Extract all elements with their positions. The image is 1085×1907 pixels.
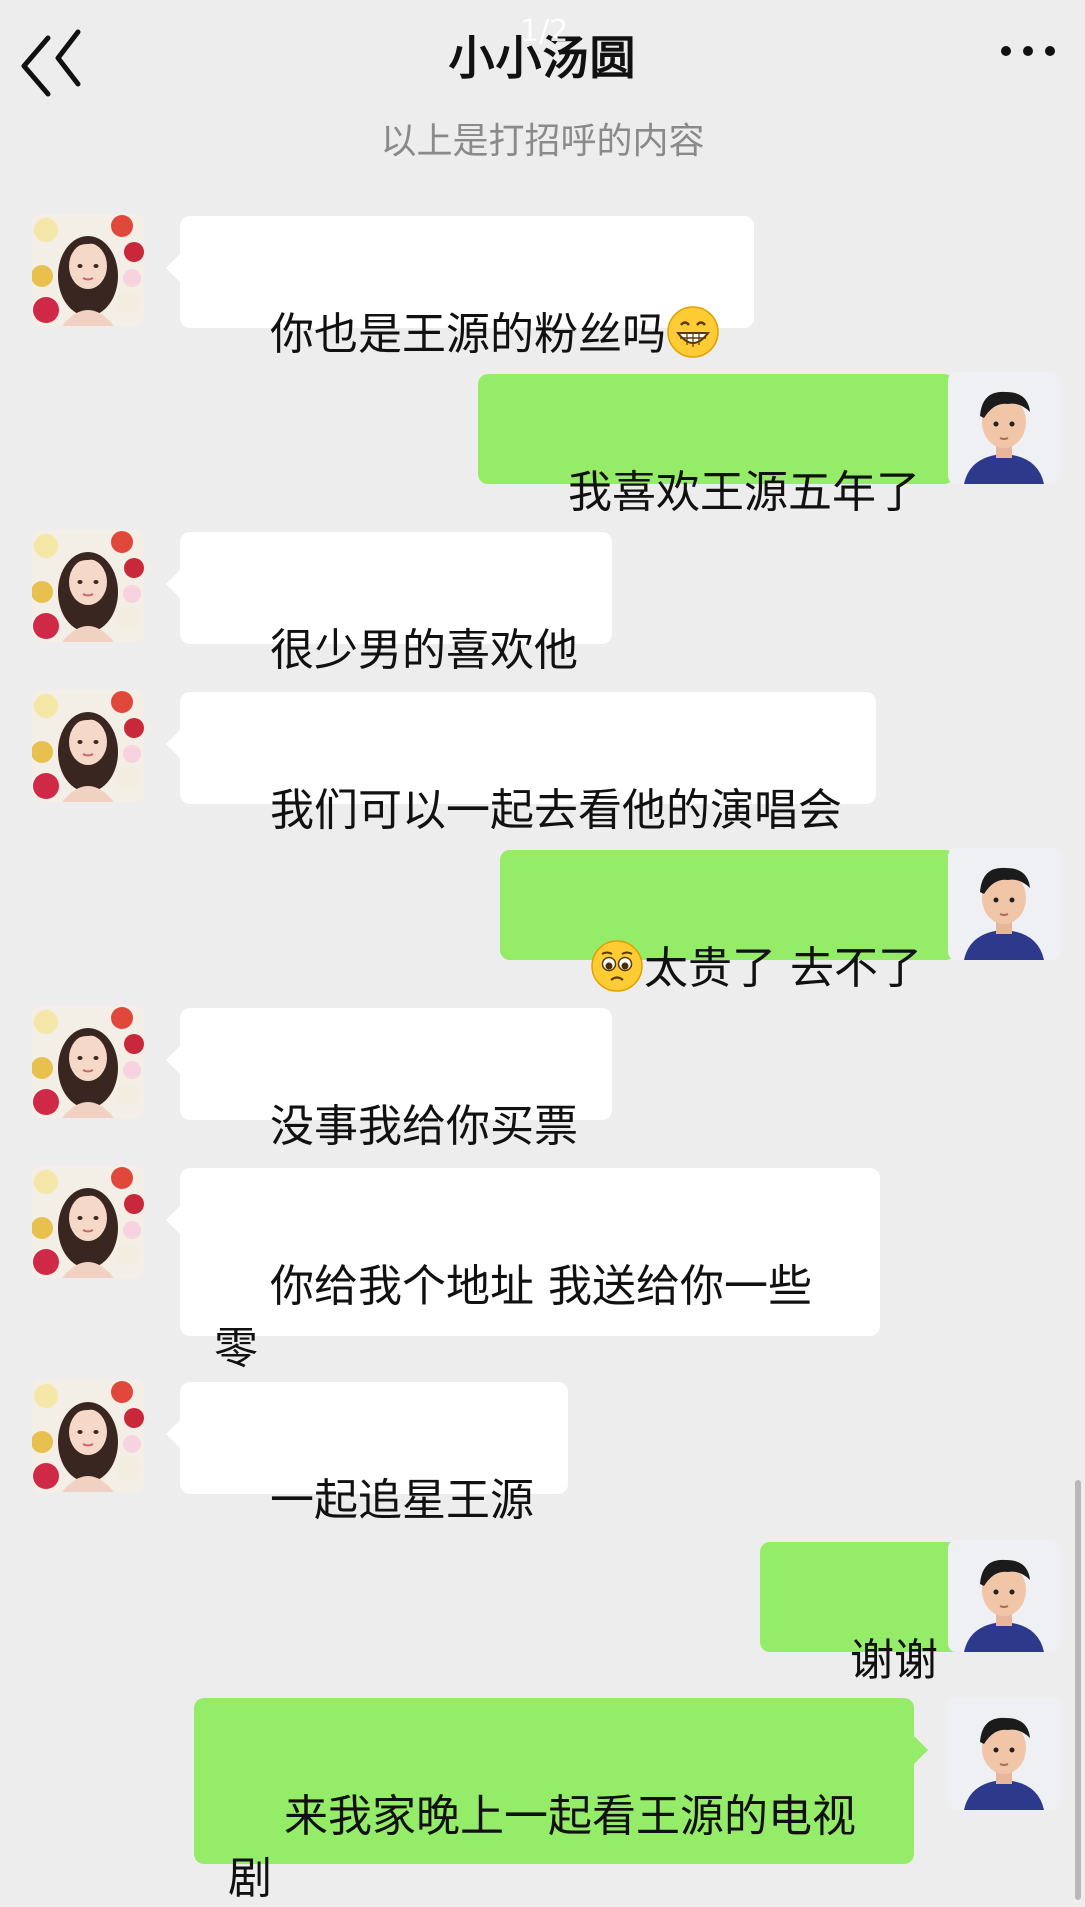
system-note: 以上是打招呼的内容 [380, 121, 705, 162]
message-text: 我们可以一起去看他的演唱会 [269, 785, 842, 836]
message-text: 你也是王源的粉丝吗 [269, 309, 666, 360]
message-bubble[interactable]: 我们可以一起去看他的演唱会 [166, 692, 876, 836]
more-dots-icon[interactable] [999, 30, 1059, 70]
contact-avatar[interactable] [32, 530, 144, 642]
message-text: 来我家晚上一起看王源的电视剧 电影 [228, 1791, 856, 1904]
message-bubble[interactable]: 很少男的喜欢他 [166, 532, 612, 676]
user-avatar[interactable] [948, 1540, 1060, 1652]
message-text: 我喜欢王源五年了 [567, 467, 920, 518]
message-text: 谢谢 [849, 1635, 938, 1686]
message-bubble[interactable]: 你也是王源的粉丝吗 [166, 216, 754, 360]
contact-avatar[interactable] [32, 1380, 144, 1492]
message-text: 很少男的喜欢他 [269, 625, 578, 676]
contact-avatar[interactable] [32, 214, 144, 326]
message-bubble[interactable]: 你给我个地址 我送给你一些零 食还有水果 [166, 1168, 880, 1436]
message-bubble[interactable]: 太贵了 去不了 [500, 850, 970, 994]
message-text: 一起追星王源 [269, 1475, 534, 1526]
message-bubble[interactable]: 来我家晚上一起看王源的电视剧 电影 [194, 1698, 928, 1904]
message-text: 太贵了 去不了 [643, 943, 922, 994]
top-bar: 小小汤圆 1/2 [0, 0, 1085, 110]
message-text: 没事我给你买票 [269, 1101, 578, 1152]
user-avatar[interactable] [948, 372, 1060, 484]
contact-avatar[interactable] [32, 1166, 144, 1278]
user-avatar[interactable] [948, 1698, 1060, 1810]
pleading-face-icon [590, 939, 644, 993]
message-bubble[interactable]: 没事我给你买票 [166, 1008, 612, 1152]
user-avatar[interactable] [948, 848, 1060, 960]
message-bubble[interactable]: 谢谢 [760, 1542, 986, 1686]
contact-avatar[interactable] [32, 690, 144, 802]
page-indicator: 1/2 [520, 14, 569, 49]
grinning-face-icon [666, 305, 720, 359]
message-bubble[interactable]: 我喜欢王源五年了 [478, 374, 968, 518]
message-bubble[interactable]: 一起追星王源 [166, 1382, 568, 1526]
contact-avatar[interactable] [32, 1006, 144, 1118]
chat-screen: 小小汤圆 1/2 以上是打招呼的内容 你也是王源的粉丝吗 我喜欢王源五年了 很少… [0, 0, 1085, 1907]
scrollbar[interactable] [1075, 1480, 1081, 1900]
